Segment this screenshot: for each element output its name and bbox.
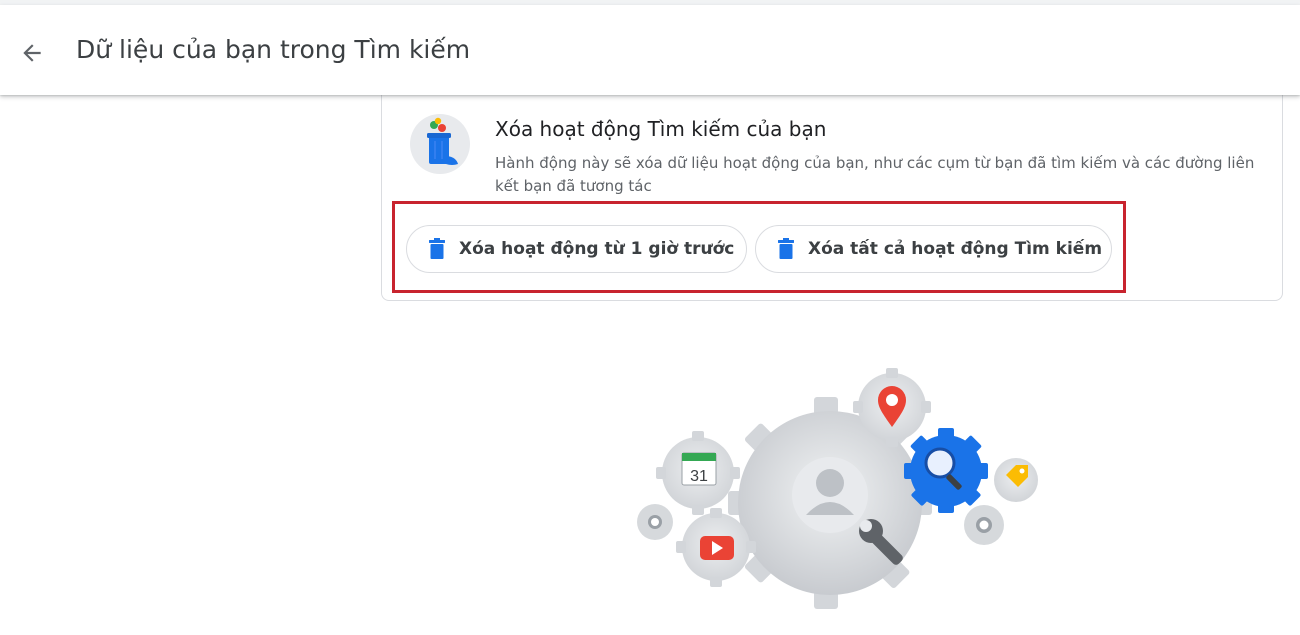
card-description: Hành động này sẽ xóa dữ liệu hoạt động c… xyxy=(495,154,1255,195)
small-gear-icon xyxy=(637,504,673,540)
highlight-box xyxy=(392,201,1126,293)
tag-gear-icon xyxy=(994,458,1038,502)
gears-settings-illustration: 31 xyxy=(620,355,1060,620)
search-gear-icon xyxy=(904,428,988,513)
card-title: Xóa hoạt động Tìm kiếm của bạn xyxy=(495,117,827,141)
app-header: Dữ liệu của bạn trong Tìm kiếm xyxy=(0,5,1300,95)
page-title: Dữ liệu của bạn trong Tìm kiếm xyxy=(76,35,471,64)
back-button[interactable] xyxy=(12,33,52,73)
arrow-back-icon xyxy=(23,44,41,62)
small-gear-icon xyxy=(964,505,1004,545)
calendar-gear-icon: 31 xyxy=(656,431,740,515)
trash-bin-illustration-icon xyxy=(410,114,470,174)
calendar-day-text: 31 xyxy=(690,468,708,485)
